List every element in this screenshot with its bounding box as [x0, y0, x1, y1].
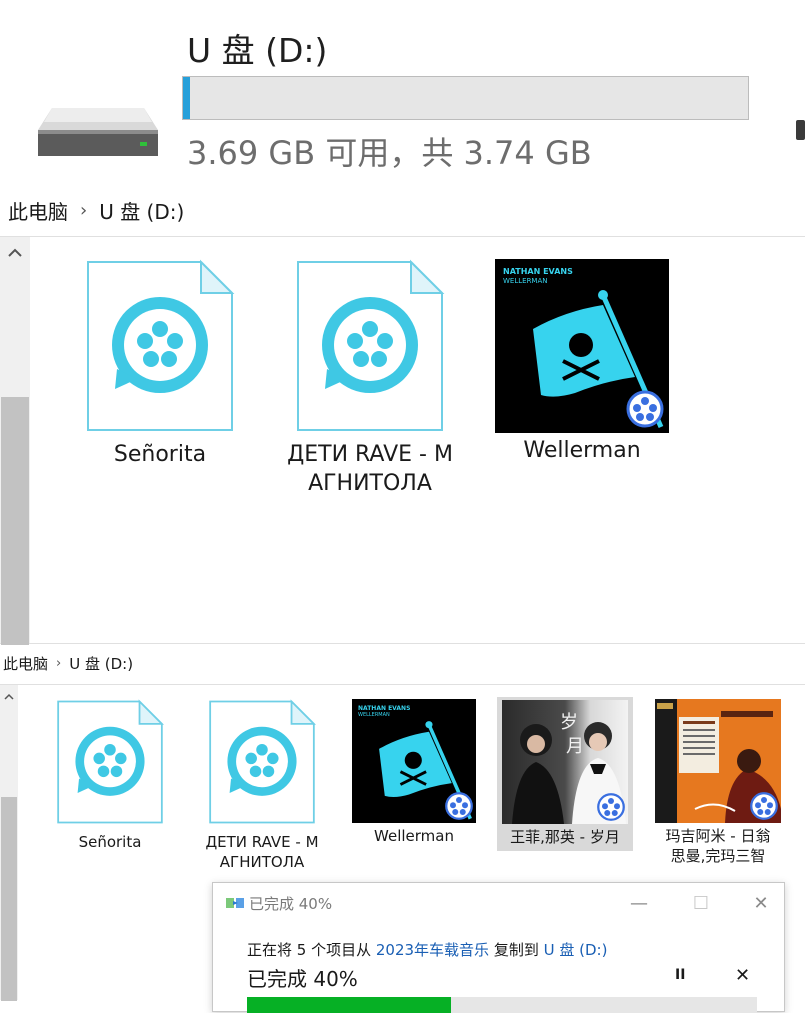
breadcrumb-this-pc[interactable]: 此电脑 — [3, 653, 48, 674]
file-name-line1: ДЕТИ RAVE - M — [287, 442, 453, 467]
hard-drive-icon — [38, 108, 158, 156]
album-art-thumbnail: NATHAN EVANS WELLERMAN — [352, 699, 476, 823]
breadcrumb-drive[interactable]: U 盘 (D:) — [69, 653, 133, 674]
copy-status-mid: 复制到 — [489, 941, 544, 959]
drive-space-text: 3.69 GB 可用，共 3.74 GB — [187, 134, 592, 172]
file-item-majiami[interactable]: 玛吉阿米 - 日翁 思曼,完玛三智 — [648, 699, 788, 866]
scroll-up-icon[interactable] — [0, 237, 30, 267]
drive-capacity-bar — [182, 76, 749, 120]
video-badge-icon — [750, 792, 778, 820]
partial-drive-icon — [796, 120, 805, 140]
drive-header: U 盘 (D:) 3.69 GB 可用，共 3.74 GB — [0, 0, 805, 190]
file-list-pane: Señorita ДЕТИ RAVE - M АГНИТОЛА NATHAN E… — [0, 236, 805, 645]
breadcrumb: 此电脑 › U 盘 (D:) — [3, 650, 133, 676]
dialog-title: 已完成 40% — [249, 895, 333, 913]
chevron-right-icon[interactable]: › — [56, 656, 61, 671]
svg-text:月: 月 — [566, 736, 584, 757]
maximize-button[interactable]: ☐ — [689, 891, 713, 915]
video-file-icon — [209, 699, 317, 824]
breadcrumb: 此电脑 › U 盘 (D:) — [8, 195, 184, 225]
file-item-wellerman[interactable]: NATHAN EVANS WELLERMAN Wellerman — [494, 259, 670, 466]
file-name: Wellerman — [523, 438, 641, 463]
copy-status-line: 正在将 5 个项目从 2023年车载音乐 复制到 U 盘 (D:) — [247, 939, 607, 960]
destination-link[interactable]: U 盘 (D:) — [544, 941, 608, 959]
copy-transfer-icon — [226, 898, 244, 908]
file-item-senorita[interactable]: Señorita — [70, 259, 250, 470]
file-name: Wellerman — [374, 827, 454, 845]
file-name: Señorita — [113, 442, 207, 467]
vertical-scrollbar[interactable] — [0, 237, 30, 645]
album-art-thumbnail: 岁 月 — [502, 700, 628, 824]
video-file-icon — [297, 259, 445, 431]
svg-text:岁: 岁 — [560, 712, 578, 733]
video-file-icon — [57, 699, 165, 824]
vertical-scrollbar[interactable] — [0, 685, 18, 1001]
source-folder-link[interactable]: 2023年车载音乐 — [376, 941, 489, 959]
scroll-up-icon[interactable] — [0, 685, 18, 707]
cancel-copy-button[interactable]: ✕ — [735, 965, 750, 986]
file-name-line2: АГНИТОЛА — [308, 470, 432, 496]
file-name: Señorita — [78, 833, 142, 851]
file-name: 王菲,那英 - 岁月 — [510, 828, 620, 846]
video-badge-icon — [597, 793, 625, 821]
breadcrumb-this-pc[interactable]: 此电脑 — [8, 196, 68, 225]
drive-title: U 盘 (D:) — [187, 31, 328, 70]
close-button[interactable]: ✕ — [749, 891, 773, 915]
file-item-deti-rave[interactable]: ДЕТИ RAVE - M АГНИТОЛА — [200, 699, 324, 872]
file-name-line2: 思曼,完玛三智 — [670, 846, 766, 865]
file-item-wellerman[interactable]: NATHAN EVANS WELLERMAN Wellerman — [351, 699, 477, 847]
copy-progress-dialog: 已完成 40% — ☐ ✕ 正在将 5 个项目从 2023年车载音乐 复制到 U… — [212, 882, 785, 1013]
file-item-senorita[interactable]: Señorita — [50, 699, 170, 853]
chevron-right-icon[interactable]: › — [80, 200, 87, 221]
pause-button[interactable]: II — [675, 967, 685, 983]
progress-percent-text: 已完成 40% — [247, 967, 358, 991]
drive-capacity-fill — [183, 77, 191, 119]
video-badge-icon — [626, 390, 664, 428]
copy-status-prefix: 正在将 5 个项目从 — [247, 941, 376, 959]
file-item-deti-rave[interactable]: ДЕТИ RAVE - M АГНИТОЛА — [280, 259, 460, 498]
minimize-button[interactable]: — — [627, 891, 651, 915]
scrollbar-thumb[interactable] — [1, 397, 29, 645]
scrollbar-thumb[interactable] — [1, 797, 17, 1001]
copy-progress-bar — [247, 997, 757, 1013]
dialog-titlebar[interactable]: 已完成 40% — ☐ ✕ — [213, 883, 784, 923]
copy-progress-fill — [247, 997, 451, 1013]
album-art-thumbnail: NATHAN EVANS WELLERMAN — [495, 259, 669, 433]
file-item-suiyue[interactable]: 岁 月 王菲,那英 - 岁月 — [497, 697, 633, 851]
file-name-line2: АГНИТОЛА — [219, 852, 305, 871]
file-name-line1: ДЕТИ RAVE - M — [205, 833, 319, 851]
breadcrumb-drive[interactable]: U 盘 (D:) — [99, 196, 184, 225]
album-art-thumbnail — [655, 699, 781, 823]
file-name-line1: 玛吉阿米 - 日翁 — [665, 827, 771, 845]
video-badge-icon — [445, 792, 473, 820]
video-file-icon — [87, 259, 235, 431]
